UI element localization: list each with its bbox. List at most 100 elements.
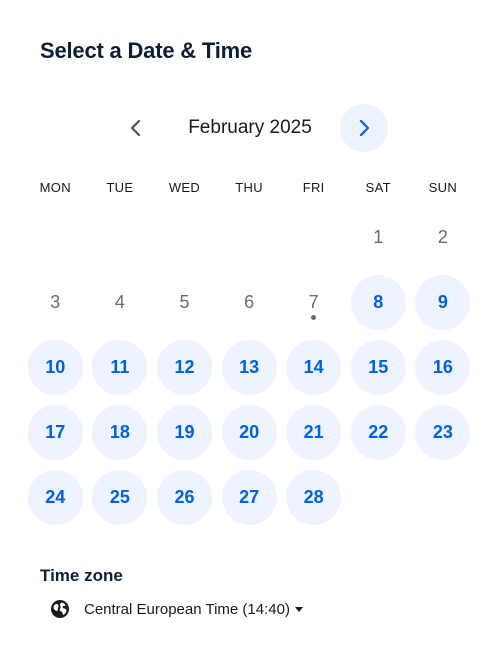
day-10-button[interactable]: 10 [27,340,83,395]
previous-month-button[interactable] [112,104,160,152]
day-number: 26 [174,487,195,507]
day-number: 22 [368,422,389,442]
day-cell: 10 [23,335,88,400]
day-23-button[interactable]: 23 [415,405,471,460]
day-number: 4 [114,292,125,312]
day-13-button[interactable]: 13 [221,340,277,395]
timezone-select[interactable]: Central European Time (14:40) [50,596,303,622]
day-number: 14 [303,357,324,377]
calendar-grid: 1 2 3 4 5 6 7 8 9 10 11 12 13 14 15 16 17 18 19 20 21 22 23 24 2… [23,205,475,530]
day-cell: 3 [23,270,88,335]
day-cell: 27 [217,465,282,530]
day-number: 23 [432,422,453,442]
day-number: 10 [45,357,66,377]
weekday-tue: TUE [106,180,134,195]
day-number: 18 [109,422,130,442]
day-number: 20 [239,422,260,442]
day-cell: 14 [281,335,346,400]
day-number: 3 [50,292,61,312]
day-cell: 15 [346,335,411,400]
day-number: 7 [308,292,319,312]
day-cell: 22 [346,400,411,465]
day-cell: 9 [411,270,476,335]
empty-cell [152,205,217,270]
weekday-sat: SAT [365,180,391,195]
day-18-button[interactable]: 18 [92,405,148,460]
day-number: 16 [432,357,453,377]
day-3: 3 [28,275,83,330]
day-cell: 20 [217,400,282,465]
day-number: 12 [174,357,195,377]
day-21-button[interactable]: 21 [286,405,342,460]
day-cell: 25 [88,465,153,530]
day-26-button[interactable]: 26 [156,470,212,525]
day-number: 1 [373,227,384,247]
day-2: 2 [415,210,470,265]
day-cell: 6 [217,270,282,335]
day-number: 15 [368,357,389,377]
day-25-button[interactable]: 25 [92,470,148,525]
day-cell: 23 [411,400,476,465]
chevron-left-icon [130,119,141,137]
day-cell: 28 [281,465,346,530]
day-number: 17 [45,422,66,442]
day-cell: 11 [88,335,153,400]
day-cell: 8 [346,270,411,335]
day-cell: 21 [281,400,346,465]
day-6: 6 [222,275,277,330]
day-cell: 26 [152,465,217,530]
day-cell: 18 [88,400,153,465]
day-cell: 12 [152,335,217,400]
day-8-button[interactable]: 8 [350,275,406,330]
timezone-value: Central European Time (14:40) [84,600,290,618]
month-navigation: February 2025 [0,103,498,153]
weekday-sun: SUN [428,180,458,195]
day-27-button[interactable]: 27 [221,470,277,525]
day-number: 21 [303,422,324,442]
day-7: 7 [286,275,341,330]
day-22-button[interactable]: 22 [350,405,406,460]
day-cell: 2 [411,205,476,270]
next-month-button[interactable] [340,104,388,152]
day-cell: 19 [152,400,217,465]
day-number: 28 [303,487,324,507]
timezone-heading: Time zone [40,566,123,585]
day-20-button[interactable]: 20 [221,405,277,460]
day-number: 9 [437,292,448,312]
globe-icon [51,600,69,618]
day-number: 24 [45,487,66,507]
day-cell: 5 [152,270,217,335]
day-15-button[interactable]: 15 [350,340,406,395]
day-17-button[interactable]: 17 [27,405,83,460]
day-16-button[interactable]: 16 [415,340,471,395]
weekday-mon: MON [39,180,71,195]
day-11-button[interactable]: 11 [92,340,148,395]
day-14-button[interactable]: 14 [286,340,342,395]
empty-cell [88,205,153,270]
day-number: 11 [110,357,130,377]
weekday-thu: THU [235,180,263,195]
day-24-button[interactable]: 24 [27,470,83,525]
day-number: 27 [239,487,260,507]
day-number: 19 [174,422,195,442]
page-title: Select a Date & Time [40,38,253,63]
day-cell: 1 [346,205,411,270]
day-cell: 17 [23,400,88,465]
day-4: 4 [92,275,147,330]
day-19-button[interactable]: 19 [156,405,212,460]
day-9-button[interactable]: 9 [415,275,471,330]
caret-down-icon [294,606,303,612]
day-cell: 24 [23,465,88,530]
day-cell: 7 [281,270,346,335]
day-5: 5 [157,275,212,330]
day-cell: 13 [217,335,282,400]
day-number: 2 [437,227,448,247]
weekday-fri: FRI [302,180,325,195]
day-1: 1 [351,210,406,265]
day-cell: 4 [88,270,153,335]
chevron-right-icon [359,119,370,137]
weekday-wed: WED [168,180,201,195]
day-28-button[interactable]: 28 [286,470,342,525]
day-number: 6 [244,292,255,312]
day-12-button[interactable]: 12 [156,340,212,395]
